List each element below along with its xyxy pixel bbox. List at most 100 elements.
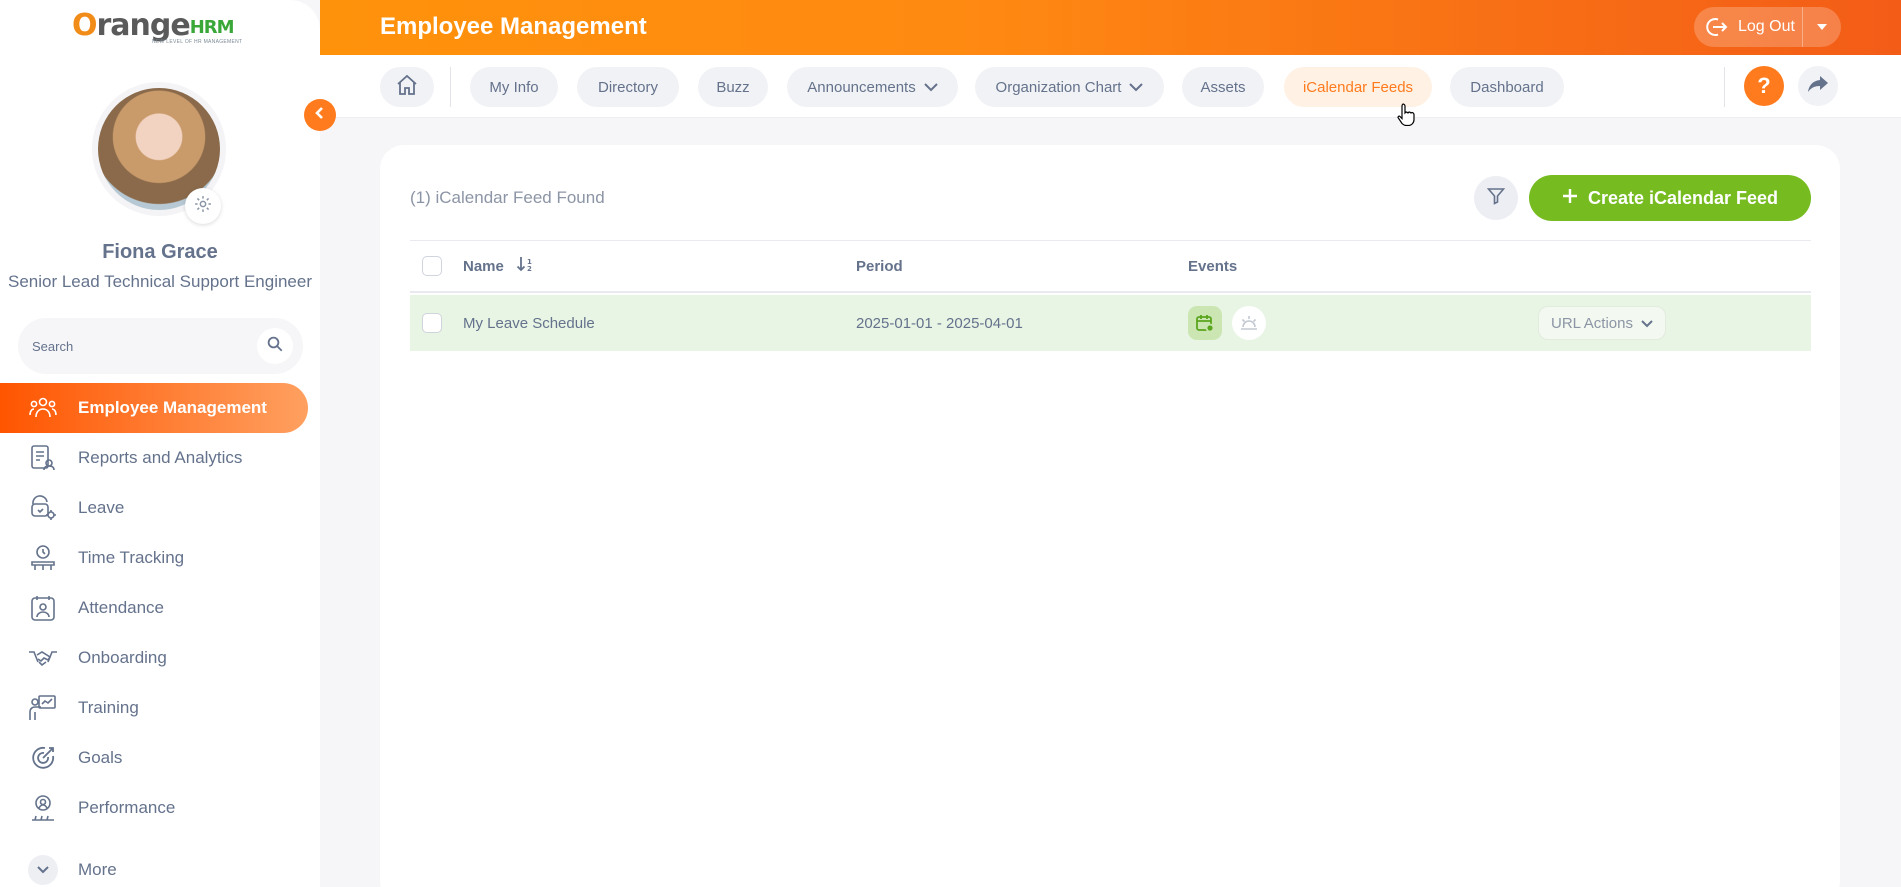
share-icon [1807,74,1829,99]
sidebar-item-label: Goals [78,748,123,767]
caret-down-icon [1816,18,1828,36]
filter-icon [1486,187,1506,210]
leave-event-icon[interactable] [1188,306,1222,340]
svg-text:1: 1 [527,258,532,266]
row-checkbox[interactable] [422,295,442,351]
share-button[interactable] [1798,66,1838,106]
training-icon [28,693,58,723]
tab-organization-chart[interactable]: Organization Chart [975,67,1164,107]
filter-button[interactable] [1474,176,1518,220]
tab-label: Assets [1200,78,1246,96]
tab-icalendar-feeds[interactable]: iCalendar Feeds [1284,67,1432,107]
nav-divider [450,67,451,107]
nav-divider [1724,67,1725,107]
create-icalendar-feed-button[interactable]: Create iCalendar Feed [1529,175,1811,221]
time-tracking-icon [28,543,58,573]
sidebar-item-onboarding[interactable]: Onboarding [0,633,308,683]
sidebar-item-reports-and-analytics[interactable]: Reports and Analytics [0,433,308,483]
select-all-checkbox[interactable] [422,241,442,291]
logout-icon [1704,15,1728,39]
help-button[interactable]: ? [1744,66,1784,106]
sidebar-item-label: Attendance [78,598,165,617]
sidebar-item-performance[interactable]: Performance [0,783,308,833]
row-events [1188,295,1266,351]
gear-icon [193,194,213,219]
checkbox [422,313,442,333]
sidebar-item-label: Performance [78,798,176,817]
record-count: (1) iCalendar Feed Found [410,188,605,207]
goals-icon [28,743,58,773]
tab-label: Announcements [807,78,916,96]
sidebar-menu: Employee Management Reports and Analytic… [0,383,320,833]
column-header-period: Period [856,257,903,275]
tab-dashboard[interactable]: Dashboard [1450,67,1564,107]
row-period: 2025-01-01 - 2025-04-01 [856,314,1023,332]
home-button[interactable] [380,67,434,107]
tab-label: Dashboard [1470,78,1544,96]
top-header: Employee Management Log Out [320,0,1901,55]
checkbox [422,256,442,276]
profile-settings-button[interactable] [185,188,221,224]
sidebar-item-goals[interactable]: Goals [0,733,308,783]
sidebar-item-training[interactable]: Training [0,683,308,733]
sidebar-search-button[interactable] [257,328,293,364]
tab-directory[interactable]: Directory [577,67,679,107]
sidebar-more-button[interactable]: More [28,855,117,885]
sidebar-search [18,318,303,374]
create-button-label: Create iCalendar Feed [1587,187,1779,208]
sidebar-more-label: More [78,860,117,879]
tab-my-info[interactable]: My Info [470,67,558,107]
sidebar: OrangeHRM NEW LEVEL OF HR MANAGEMENT Fio… [0,0,320,887]
help-icon: ? [1757,73,1771,98]
user-name: Fiona Grace [102,241,218,263]
tab-announcements[interactable]: Announcements [787,67,958,107]
logout-dropdown-button[interactable] [1803,7,1841,47]
url-actions-label: URL Actions [1551,314,1633,332]
column-label: Name [463,257,504,275]
top-navigation: My Info Directory Buzz Announcements Org… [320,55,1901,118]
tab-assets[interactable]: Assets [1182,67,1264,107]
sidebar-collapse-button[interactable] [304,99,336,131]
sidebar-item-label: Employee Management [78,398,267,417]
logo-tagline: NEW LEVEL OF HR MANAGEMENT [152,39,243,45]
attendance-icon [28,593,58,623]
sidebar-item-employee-management[interactable]: Employee Management [0,383,308,433]
chevron-down-icon [1641,315,1653,332]
logout-label: Log Out [1738,18,1795,35]
column-header-name[interactable]: Name 21 [463,241,534,291]
column-header-events: Events [1188,257,1238,275]
tab-label: Directory [597,78,658,96]
tab-buzz[interactable]: Buzz [698,67,768,107]
sidebar-item-label: Leave [78,498,125,517]
holiday-event-icon[interactable] [1232,306,1266,340]
search-icon [266,335,284,358]
leave-icon [28,493,58,523]
sidebar-item-attendance[interactable]: Attendance [0,583,308,633]
chevron-down-icon [28,855,58,885]
tab-label: iCalendar Feeds [1302,78,1414,96]
plus-icon [1562,188,1578,209]
hand-cursor-icon [1397,102,1417,131]
sidebar-item-time-tracking[interactable]: Time Tracking [0,533,308,583]
table-row[interactable]: My Leave Schedule 2025-01-01 - 2025-04-0… [410,295,1811,351]
orangehrm-logo[interactable]: OrangeHRM NEW LEVEL OF HR MANAGEMENT [72,8,252,48]
logout-button[interactable]: Log Out [1694,7,1802,47]
sidebar-item-label: Reports and Analytics [78,448,243,467]
chevron-down-icon [1129,79,1144,96]
tab-label: My Info [489,78,539,96]
logo-o: O [72,8,97,43]
sidebar-item-leave[interactable]: Leave [0,483,308,533]
row-actions: URL Actions [1538,295,1666,351]
table-header: Name 21 Period Events [410,241,1811,293]
sidebar-item-label: Onboarding [78,648,167,667]
people-icon [28,393,58,423]
sidebar-search-input[interactable] [32,338,252,354]
tab-label: Organization Chart [995,78,1122,96]
logout-group: Log Out [1694,7,1841,47]
logo-hrm: HRM [189,17,235,38]
chevron-down-icon [923,79,938,96]
chevron-left-icon [313,106,327,125]
url-actions-dropdown[interactable]: URL Actions [1538,306,1666,340]
user-job-title: Senior Lead Technical Support Engineer [7,272,312,291]
performance-icon [28,793,58,823]
